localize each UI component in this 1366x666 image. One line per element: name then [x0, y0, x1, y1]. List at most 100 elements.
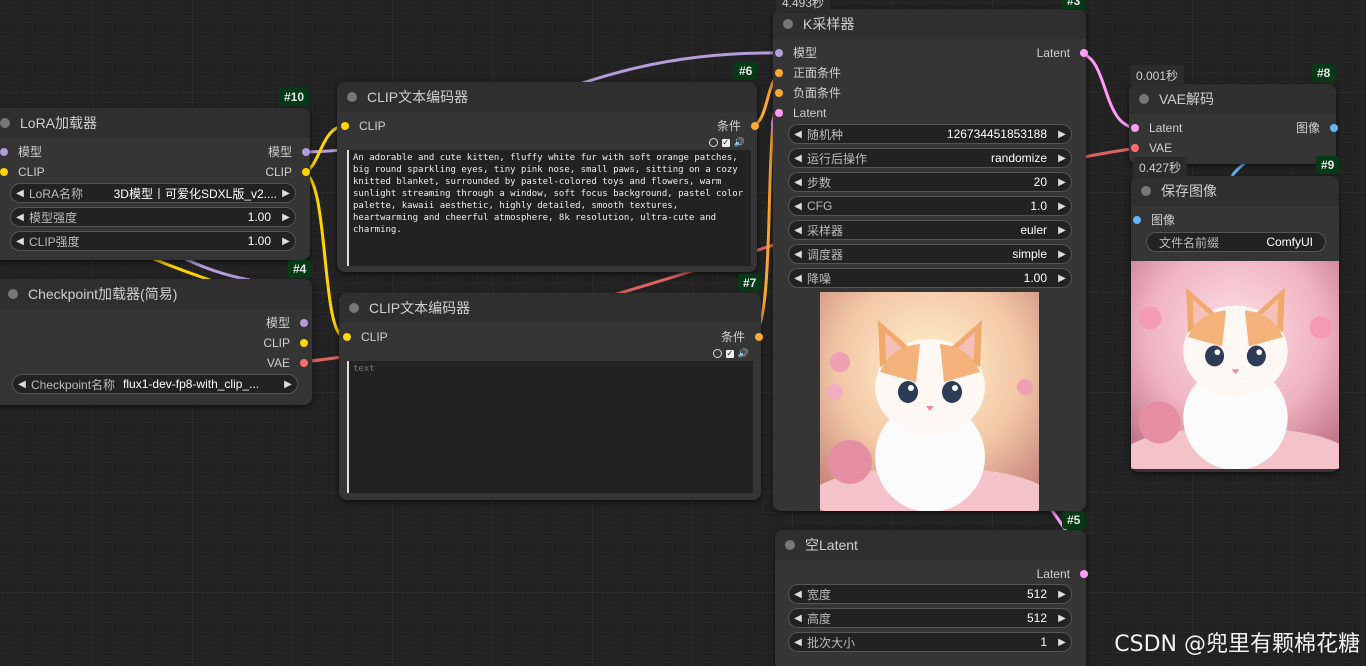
- arrow-right-icon: ▶: [1058, 588, 1066, 600]
- collapse-dot-icon[interactable]: [349, 303, 359, 313]
- text-controls[interactable]: ✓ 🔊: [708, 137, 745, 148]
- arrow-right-icon: ▶: [282, 187, 290, 199]
- input-clip[interactable]: CLIP: [343, 329, 388, 345]
- image-pin-icon[interactable]: [1133, 216, 1141, 224]
- collapse-dot-icon[interactable]: [785, 540, 795, 550]
- clip-pin-icon[interactable]: [302, 168, 310, 176]
- collapse-dot-icon[interactable]: [0, 118, 10, 128]
- lora-name-combo[interactable]: ◀ LoRA名称 3D模型丨可爱化SDXL版_v2.... ▶: [10, 183, 296, 203]
- save-image-node[interactable]: 保存图像 图像 文件名前缀 ComfyUI: [1131, 176, 1339, 472]
- image-pin-icon[interactable]: [1330, 124, 1338, 132]
- clip-pin-icon[interactable]: [341, 122, 349, 130]
- clip-pin-icon[interactable]: [300, 339, 308, 347]
- ksampler-node[interactable]: K采样器 模型 正面条件 负面条件 Latent Latent ◀ 随机种 1267…: [773, 9, 1088, 511]
- input-latent[interactable]: Latent: [1131, 120, 1182, 136]
- output-model[interactable]: 模型: [268, 144, 310, 160]
- node-title: 空Latent: [805, 537, 858, 553]
- model-pin-icon[interactable]: [300, 319, 308, 327]
- speaker-icon: 🔊: [733, 137, 745, 147]
- input-positive[interactable]: 正面条件: [775, 65, 841, 81]
- arrow-left-icon: ◀: [794, 636, 802, 648]
- node-header[interactable]: 空Latent: [775, 530, 1086, 560]
- latent-pin-icon[interactable]: [1131, 124, 1139, 132]
- input-model[interactable]: 模型: [0, 144, 42, 160]
- prompt-textarea[interactable]: An adorable and cute kitten, fluffy whit…: [347, 150, 751, 266]
- prompt-textarea[interactable]: text: [347, 361, 753, 493]
- node-id-badge: #9: [1316, 156, 1340, 174]
- clip-text-encode-positive-node[interactable]: CLIP文本编码器 CLIP 条件 ✓ 🔊 An adorable and cut…: [337, 82, 759, 272]
- input-vae[interactable]: VAE: [1131, 140, 1172, 156]
- node-header[interactable]: 保存图像: [1131, 176, 1339, 206]
- batch-size-widget[interactable]: ◀ 批次大小 1 ▶: [788, 632, 1072, 652]
- steps-widget[interactable]: ◀ 步数 20 ▶: [788, 172, 1072, 192]
- arrow-right-icon: ▶: [1058, 612, 1066, 624]
- model-pin-icon[interactable]: [0, 148, 8, 156]
- node-header[interactable]: K采样器: [773, 9, 1086, 39]
- checkpoint-name-combo[interactable]: ◀ Checkpoint名称 flux1-dev-fp8-with_clip_...…: [12, 374, 298, 394]
- model-pin-icon[interactable]: [302, 148, 310, 156]
- control-after-generate-widget[interactable]: ◀ 运行后操作 randomize ▶: [788, 148, 1072, 168]
- output-clip[interactable]: CLIP: [265, 164, 310, 180]
- conditioning-pin-icon[interactable]: [775, 69, 783, 77]
- vae-decode-node[interactable]: VAE解码 Latent VAE 图像: [1129, 84, 1338, 164]
- seed-widget[interactable]: ◀ 随机种 126734451853188 ▶: [788, 124, 1072, 144]
- model-pin-icon[interactable]: [775, 49, 783, 57]
- model-strength-slider[interactable]: ◀ 模型强度 1.00 ▶: [10, 207, 296, 227]
- output-vae[interactable]: VAE: [267, 355, 308, 371]
- collapse-dot-icon[interactable]: [8, 289, 18, 299]
- sampler-widget[interactable]: ◀ 采样器 euler ▶: [788, 220, 1072, 240]
- lora-loader-node[interactable]: LoRA加载器 模型 CLIP 模型 CLIP ◀ LoRA名称 3D模型丨可爱化S…: [0, 108, 310, 260]
- output-latent[interactable]: Latent: [1037, 566, 1088, 582]
- cfg-widget[interactable]: ◀ CFG 1.0 ▶: [788, 196, 1072, 216]
- output-clip[interactable]: CLIP: [263, 335, 308, 351]
- output-image[interactable]: 图像: [1296, 120, 1338, 136]
- clip-strength-slider[interactable]: ◀ CLIP强度 1.00 ▶: [10, 231, 296, 251]
- node-header[interactable]: Checkpoint加载器(简易): [0, 279, 312, 309]
- node-header[interactable]: CLIP文本编码器: [337, 82, 757, 112]
- conditioning-pin-icon[interactable]: [775, 89, 783, 97]
- clip-text-encode-negative-node[interactable]: CLIP文本编码器 CLIP 条件 ✓ 🔊 text: [339, 293, 763, 500]
- node-header[interactable]: LoRA加载器: [0, 108, 310, 138]
- output-latent[interactable]: Latent: [1037, 45, 1088, 61]
- node-header[interactable]: CLIP文本编码器: [339, 293, 761, 323]
- collapse-dot-icon[interactable]: [783, 19, 793, 29]
- denoise-widget[interactable]: ◀ 降噪 1.00 ▶: [788, 268, 1072, 288]
- node-id-badge: #3: [1062, 0, 1086, 10]
- height-widget[interactable]: ◀ 高度 512 ▶: [788, 608, 1072, 628]
- conditioning-pin-icon[interactable]: [755, 333, 763, 341]
- vae-pin-icon[interactable]: [1131, 144, 1139, 152]
- output-conditioning[interactable]: 条件: [721, 329, 763, 345]
- latent-pin-icon[interactable]: [775, 109, 783, 117]
- collapse-dot-icon[interactable]: [1141, 186, 1151, 196]
- empty-latent-node[interactable]: 空Latent Latent ◀ 宽度 512 ▶ ◀ 高度 512 ▶ ◀ 批次大小 1 ▶: [775, 530, 1088, 666]
- input-negative[interactable]: 负面条件: [775, 85, 841, 101]
- scheduler-widget[interactable]: ◀ 调度器 simple ▶: [788, 244, 1072, 264]
- watermark: CSDN @兜里有颗棉花糖: [1114, 632, 1360, 657]
- arrow-left-icon: ◀: [18, 378, 26, 390]
- latent-pin-icon[interactable]: [1080, 570, 1088, 578]
- output-model[interactable]: 模型: [266, 315, 308, 331]
- input-clip[interactable]: CLIP: [0, 164, 45, 180]
- input-clip[interactable]: CLIP: [341, 118, 386, 134]
- execution-time: 0.427秒: [1133, 157, 1188, 178]
- input-image[interactable]: 图像: [1133, 212, 1175, 228]
- collapse-dot-icon[interactable]: [1139, 94, 1149, 104]
- collapse-dot-icon[interactable]: [347, 92, 357, 102]
- input-model[interactable]: 模型: [775, 45, 817, 61]
- text-controls[interactable]: ✓ 🔊: [712, 348, 749, 359]
- node-header[interactable]: VAE解码: [1129, 84, 1336, 114]
- arrow-right-icon: ▶: [282, 211, 290, 223]
- arrow-right-icon: ▶: [1058, 152, 1066, 164]
- clip-pin-icon[interactable]: [0, 168, 8, 176]
- input-latent[interactable]: Latent: [775, 105, 826, 121]
- conditioning-pin-icon[interactable]: [751, 122, 759, 130]
- vae-pin-icon[interactable]: [300, 359, 308, 367]
- latent-pin-icon[interactable]: [1080, 49, 1088, 57]
- checkpoint-loader-node[interactable]: Checkpoint加载器(简易) 模型 CLIP VAE ◀ Checkpoin…: [0, 279, 312, 405]
- width-widget[interactable]: ◀ 宽度 512 ▶: [788, 584, 1072, 604]
- checkbox-icon: ✓: [725, 348, 734, 358]
- clip-pin-icon[interactable]: [343, 333, 351, 341]
- node-id-badge: #4: [288, 260, 312, 278]
- filename-prefix-input[interactable]: 文件名前缀 ComfyUI: [1146, 232, 1326, 252]
- output-conditioning[interactable]: 条件: [717, 118, 759, 134]
